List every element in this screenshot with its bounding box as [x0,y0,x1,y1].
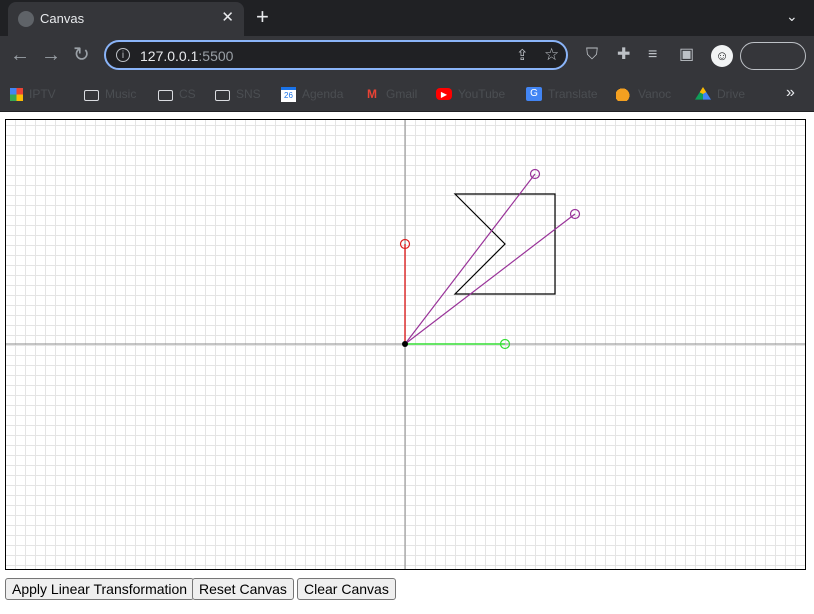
apply-transformation-button[interactable]: Apply Linear Transformation [5,578,195,600]
reset-canvas-button[interactable]: Reset Canvas [192,578,294,600]
drawing-canvas[interactable] [5,119,806,570]
clear-canvas-button[interactable]: Clear Canvas [297,578,396,600]
origin-point [402,341,408,347]
canvas-scene [6,120,805,569]
shape-polygon [453,193,556,295]
